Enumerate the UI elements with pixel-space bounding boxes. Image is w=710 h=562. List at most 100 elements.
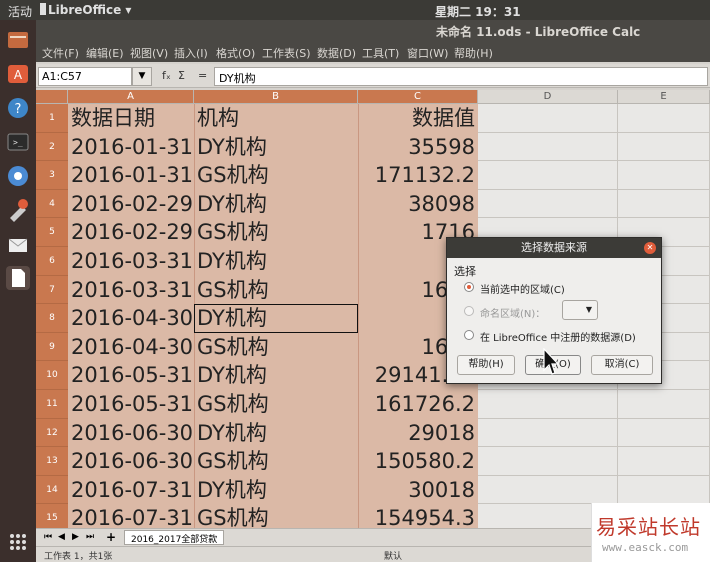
- cancel-button[interactable]: 取消(C): [591, 355, 653, 375]
- column-header-c[interactable]: C: [358, 90, 478, 104]
- mail-icon[interactable]: [6, 232, 30, 256]
- cell-b-7[interactable]: GS机构: [194, 275, 358, 305]
- cell-b-14[interactable]: DY机构: [194, 475, 358, 505]
- cell-c-4[interactable]: 38098: [358, 189, 478, 219]
- cell-a-14[interactable]: 2016-07-31: [68, 475, 194, 505]
- cell-b-3[interactable]: GS机构: [194, 161, 358, 190]
- cell-b-9[interactable]: GS机构: [194, 332, 358, 362]
- row-header[interactable]: 7: [36, 275, 68, 305]
- column-header-e[interactable]: E: [618, 90, 710, 104]
- row-header[interactable]: 9: [36, 332, 68, 362]
- cell-a-11[interactable]: 2016-05-31: [68, 390, 194, 419]
- settings-icon[interactable]: [6, 198, 30, 222]
- activities-button[interactable]: 活动: [8, 3, 32, 20]
- row-header[interactable]: 13: [36, 447, 68, 476]
- cell-e-13[interactable]: [618, 447, 710, 476]
- software-center-icon[interactable]: A: [6, 62, 30, 86]
- cell-b-13[interactable]: GS机构: [194, 447, 358, 476]
- column-header-b[interactable]: B: [194, 90, 358, 104]
- cell-b-12[interactable]: DY机构: [194, 418, 358, 448]
- cell-b-2[interactable]: DY机构: [194, 132, 358, 162]
- cell-d-12[interactable]: [478, 418, 618, 448]
- menu-edit[interactable]: 编辑(E): [86, 45, 124, 61]
- menu-insert[interactable]: 插入(I): [174, 45, 208, 61]
- formula-equals-icon[interactable]: =: [198, 69, 207, 82]
- cell-e-2[interactable]: [618, 132, 710, 162]
- menu-file[interactable]: 文件(F): [42, 45, 79, 61]
- cell-e-3[interactable]: [618, 161, 710, 190]
- help-icon[interactable]: ?: [6, 96, 30, 120]
- first-sheet-icon[interactable]: ⏮: [44, 532, 52, 542]
- cell-b-11[interactable]: GS机构: [194, 390, 358, 419]
- cell-a-5[interactable]: 2016-02-29: [68, 218, 194, 247]
- cell-c-2[interactable]: 35598: [358, 132, 478, 162]
- cell-a-12[interactable]: 2016-06-30: [68, 418, 194, 448]
- cell-e-4[interactable]: [618, 189, 710, 219]
- cell-a-1[interactable]: 数据日期: [68, 104, 194, 133]
- row-header[interactable]: 15: [36, 504, 68, 528]
- menu-sheet[interactable]: 工作表(S): [262, 45, 311, 61]
- cell-d-11[interactable]: [478, 390, 618, 419]
- cell-a-13[interactable]: 2016-06-30: [68, 447, 194, 476]
- menu-format[interactable]: 格式(O): [216, 45, 255, 61]
- cell-a-4[interactable]: 2016-02-29: [68, 189, 194, 219]
- cell-c-1[interactable]: 数据值: [358, 104, 478, 133]
- cell-e-1[interactable]: [618, 104, 710, 133]
- next-sheet-icon[interactable]: ▶: [72, 532, 79, 542]
- libreoffice-calc-icon[interactable]: [6, 266, 30, 290]
- cell-a-2[interactable]: 2016-01-31: [68, 132, 194, 162]
- window-titlebar[interactable]: 未命名 11.ods - LibreOffice Calc: [36, 20, 710, 42]
- radio-named-range[interactable]: [464, 306, 474, 316]
- cell-b-5[interactable]: GS机构: [194, 218, 358, 247]
- cell-a-9[interactable]: 2016-04-30: [68, 332, 194, 362]
- cell-e-11[interactable]: [618, 390, 710, 419]
- app-menu[interactable]: LibreOffice ▾: [48, 3, 131, 17]
- row-header[interactable]: 11: [36, 390, 68, 419]
- cell-b-4[interactable]: DY机构: [194, 189, 358, 219]
- cell-d-3[interactable]: [478, 161, 618, 190]
- row-header[interactable]: 5: [36, 218, 68, 247]
- radio-current-label[interactable]: 当前选中的区域(C): [480, 281, 565, 296]
- radio-registered-label[interactable]: 在 LibreOffice 中注册的数据源(D): [480, 329, 636, 344]
- terminal-icon[interactable]: >_: [6, 130, 30, 154]
- cell-d-1[interactable]: [478, 104, 618, 133]
- name-box-dropdown-icon[interactable]: ▼: [132, 67, 152, 86]
- cell-a-15[interactable]: 2016-07-31: [68, 504, 194, 528]
- column-header-a[interactable]: A: [68, 90, 194, 104]
- close-icon[interactable]: ✕: [644, 242, 656, 254]
- cell-c-15[interactable]: 154954.3: [358, 504, 478, 528]
- browser-icon[interactable]: [6, 164, 30, 188]
- row-header[interactable]: 10: [36, 361, 68, 390]
- named-range-dropdown[interactable]: ▼: [562, 300, 598, 320]
- cell-e-14[interactable]: [618, 475, 710, 505]
- sheet-tab[interactable]: 2016_2017全部贷款: [124, 530, 225, 545]
- cell-c-13[interactable]: 150580.2: [358, 447, 478, 476]
- cell-b-1[interactable]: 机构: [194, 104, 358, 133]
- formula-input[interactable]: DY机构: [214, 67, 708, 86]
- cell-d-4[interactable]: [478, 189, 618, 219]
- files-icon[interactable]: [6, 28, 30, 52]
- row-header[interactable]: 4: [36, 189, 68, 219]
- cell-a-6[interactable]: 2016-03-31: [68, 247, 194, 276]
- cell-b-6[interactable]: DY机构: [194, 247, 358, 276]
- help-button[interactable]: 帮助(H): [457, 355, 515, 375]
- row-header[interactable]: 6: [36, 247, 68, 276]
- menu-data[interactable]: 数据(D): [317, 45, 356, 61]
- cell-b-10[interactable]: DY机构: [194, 361, 358, 390]
- cell-c-11[interactable]: 161726.2: [358, 390, 478, 419]
- clock[interactable]: 星期二 19：31: [435, 3, 521, 20]
- cell-a-3[interactable]: 2016-01-31: [68, 161, 194, 190]
- select-all-corner[interactable]: [36, 90, 68, 104]
- cell-d-13[interactable]: [478, 447, 618, 476]
- function-wizard-icon[interactable]: fₓ: [162, 69, 171, 82]
- cell-c-14[interactable]: 30018: [358, 475, 478, 505]
- cell-b-15[interactable]: GS机构: [194, 504, 358, 528]
- radio-current-selection[interactable]: [464, 282, 474, 292]
- menu-window[interactable]: 窗口(W): [407, 45, 448, 61]
- menu-view[interactable]: 视图(V): [130, 45, 168, 61]
- prev-sheet-icon[interactable]: ◀: [58, 532, 65, 542]
- cell-d-2[interactable]: [478, 132, 618, 162]
- sum-icon[interactable]: Σ: [178, 69, 185, 82]
- row-header[interactable]: 1: [36, 104, 68, 133]
- name-box[interactable]: A1:C57: [38, 67, 132, 86]
